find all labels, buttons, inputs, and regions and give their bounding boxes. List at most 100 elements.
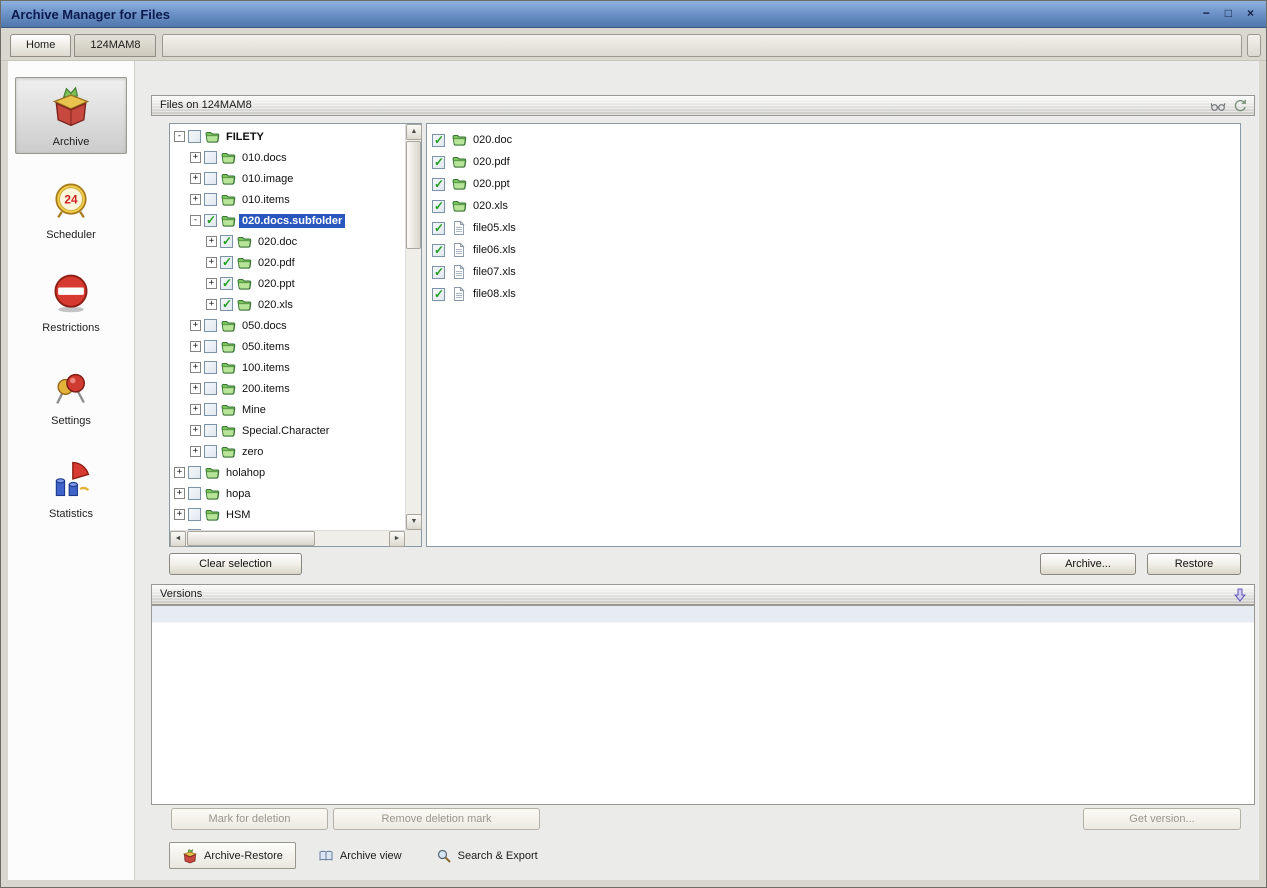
- archive-button[interactable]: Archive...: [1040, 553, 1136, 575]
- checkbox[interactable]: [432, 134, 445, 147]
- tree-item-label[interactable]: 010.docs: [239, 151, 290, 165]
- tree-item[interactable]: +020.doc: [172, 231, 405, 252]
- horizontal-scroll-thumb[interactable]: [187, 531, 315, 546]
- checkbox[interactable]: [432, 156, 445, 169]
- tree-item[interactable]: +020.pdf: [172, 252, 405, 273]
- checkbox[interactable]: [432, 244, 445, 257]
- file-list-item[interactable]: 020.pdf: [432, 151, 1240, 173]
- expand-icon[interactable]: +: [174, 467, 185, 478]
- checkbox[interactable]: [204, 151, 217, 164]
- tree-item-label[interactable]: FILETY: [223, 130, 267, 144]
- expand-icon[interactable]: +: [190, 404, 201, 415]
- checkbox[interactable]: [188, 508, 201, 521]
- tree-item[interactable]: +010.docs: [172, 147, 405, 168]
- checkbox[interactable]: [432, 266, 445, 279]
- checkbox[interactable]: [220, 277, 233, 290]
- tree-item-label[interactable]: zero: [239, 445, 266, 459]
- expand-icon[interactable]: +: [174, 509, 185, 520]
- expand-icon[interactable]: +: [190, 425, 201, 436]
- tree-item[interactable]: +Mine: [172, 399, 405, 420]
- file-list-item[interactable]: 020.ppt: [432, 173, 1240, 195]
- refresh-icon[interactable]: [1232, 98, 1248, 114]
- expand-icon[interactable]: +: [190, 194, 201, 205]
- expand-icon[interactable]: +: [190, 341, 201, 352]
- tree-item-label[interactable]: 010.image: [239, 172, 296, 186]
- scroll-down-icon[interactable]: ▼: [406, 514, 422, 530]
- tree-item[interactable]: -FILETY: [172, 126, 405, 147]
- checkbox[interactable]: [204, 214, 217, 227]
- file-item-label[interactable]: 020.ppt: [470, 177, 513, 191]
- tree-vertical-scrollbar[interactable]: ▲ ▼: [405, 124, 421, 530]
- expand-icon[interactable]: +: [190, 152, 201, 163]
- checkbox[interactable]: [204, 172, 217, 185]
- remove-deletion-mark-button[interactable]: Remove deletion mark: [333, 808, 540, 830]
- tree-item[interactable]: +050.docs: [172, 315, 405, 336]
- checkbox[interactable]: [220, 256, 233, 269]
- close-button[interactable]: ×: [1247, 6, 1254, 20]
- tree-item-label[interactable]: 050.items: [239, 340, 293, 354]
- checkbox[interactable]: [204, 424, 217, 437]
- minimize-button[interactable]: −: [1203, 6, 1210, 20]
- file-item-label[interactable]: 020.xls: [470, 199, 511, 213]
- tree-item[interactable]: +010.items: [172, 189, 405, 210]
- file-item-label[interactable]: file06.xls: [470, 243, 519, 257]
- tree-horizontal-scrollbar[interactable]: ◄ ►: [170, 530, 405, 546]
- file-item-label[interactable]: 020.pdf: [470, 155, 513, 169]
- tree-item-label[interactable]: hopa: [223, 487, 253, 501]
- file-item-label[interactable]: 020.doc: [470, 133, 515, 147]
- scroll-up-icon[interactable]: ▲: [406, 124, 422, 140]
- checkbox[interactable]: [432, 288, 445, 301]
- file-list-item[interactable]: 020.xls: [432, 195, 1240, 217]
- expand-icon[interactable]: +: [206, 278, 217, 289]
- bottom-tab-search-export[interactable]: Search & Export: [424, 842, 550, 869]
- checkbox[interactable]: [188, 130, 201, 143]
- tree-item[interactable]: +Special.Character: [172, 420, 405, 441]
- tree-item-label[interactable]: HSM: [223, 508, 253, 522]
- expand-icon[interactable]: +: [190, 320, 201, 331]
- sidebar-item-scheduler[interactable]: 24Scheduler: [15, 170, 127, 247]
- tree-item[interactable]: + HSM: [172, 504, 405, 525]
- tree-item[interactable]: +020.xls: [172, 294, 405, 315]
- checkbox[interactable]: [188, 466, 201, 479]
- tree-item-label[interactable]: 020.ppt: [255, 277, 298, 291]
- sidebar-item-statistics[interactable]: Statistics: [15, 449, 127, 526]
- mark-for-deletion-button[interactable]: Mark for deletion: [171, 808, 328, 830]
- checkbox[interactable]: [220, 235, 233, 248]
- tree-item[interactable]: +200.items: [172, 378, 405, 399]
- checkbox[interactable]: [204, 361, 217, 374]
- expand-icon[interactable]: +: [190, 446, 201, 457]
- sidebar-item-restrictions[interactable]: Restrictions: [15, 263, 127, 340]
- scroll-left-icon[interactable]: ◄: [170, 531, 186, 547]
- file-list-item[interactable]: file07.xls: [432, 261, 1240, 283]
- expand-icon[interactable]: +: [206, 299, 217, 310]
- bottom-tab-archive-view[interactable]: Archive view: [306, 842, 414, 869]
- tree-item[interactable]: +050.items: [172, 336, 405, 357]
- file-list-item[interactable]: file06.xls: [432, 239, 1240, 261]
- view-icon[interactable]: [1210, 98, 1226, 114]
- tree-item[interactable]: +100.items: [172, 357, 405, 378]
- tab-home[interactable]: Home: [10, 34, 71, 57]
- checkbox[interactable]: [204, 445, 217, 458]
- expand-icon[interactable]: +: [206, 257, 217, 268]
- tree-item[interactable]: + zero: [172, 441, 405, 462]
- tree-item-label[interactable]: holahop: [223, 466, 268, 480]
- expand-icon[interactable]: +: [190, 173, 201, 184]
- sidebar-item-settings[interactable]: Settings: [15, 356, 127, 433]
- sidebar-item-archive[interactable]: Archive: [15, 77, 127, 154]
- tree-item-label[interactable]: 020.xls: [255, 298, 296, 312]
- checkbox[interactable]: [204, 319, 217, 332]
- tree-item-label[interactable]: 200.items: [239, 382, 293, 396]
- tab-124mam8[interactable]: 124MAM8: [74, 34, 156, 57]
- clear-selection-button[interactable]: Clear selection: [169, 553, 302, 575]
- expand-icon[interactable]: +: [190, 383, 201, 394]
- expand-icon[interactable]: +: [206, 236, 217, 247]
- download-version-icon[interactable]: [1232, 587, 1248, 603]
- tree-item[interactable]: -020.docs.subfolder: [172, 210, 405, 231]
- checkbox[interactable]: [432, 200, 445, 213]
- file-list-item[interactable]: file08.xls: [432, 283, 1240, 305]
- tree-item[interactable]: +010.image: [172, 168, 405, 189]
- file-item-label[interactable]: file05.xls: [470, 221, 519, 235]
- get-version-button[interactable]: Get version...: [1083, 808, 1241, 830]
- collapse-icon[interactable]: -: [190, 215, 201, 226]
- file-item-label[interactable]: file08.xls: [470, 287, 519, 301]
